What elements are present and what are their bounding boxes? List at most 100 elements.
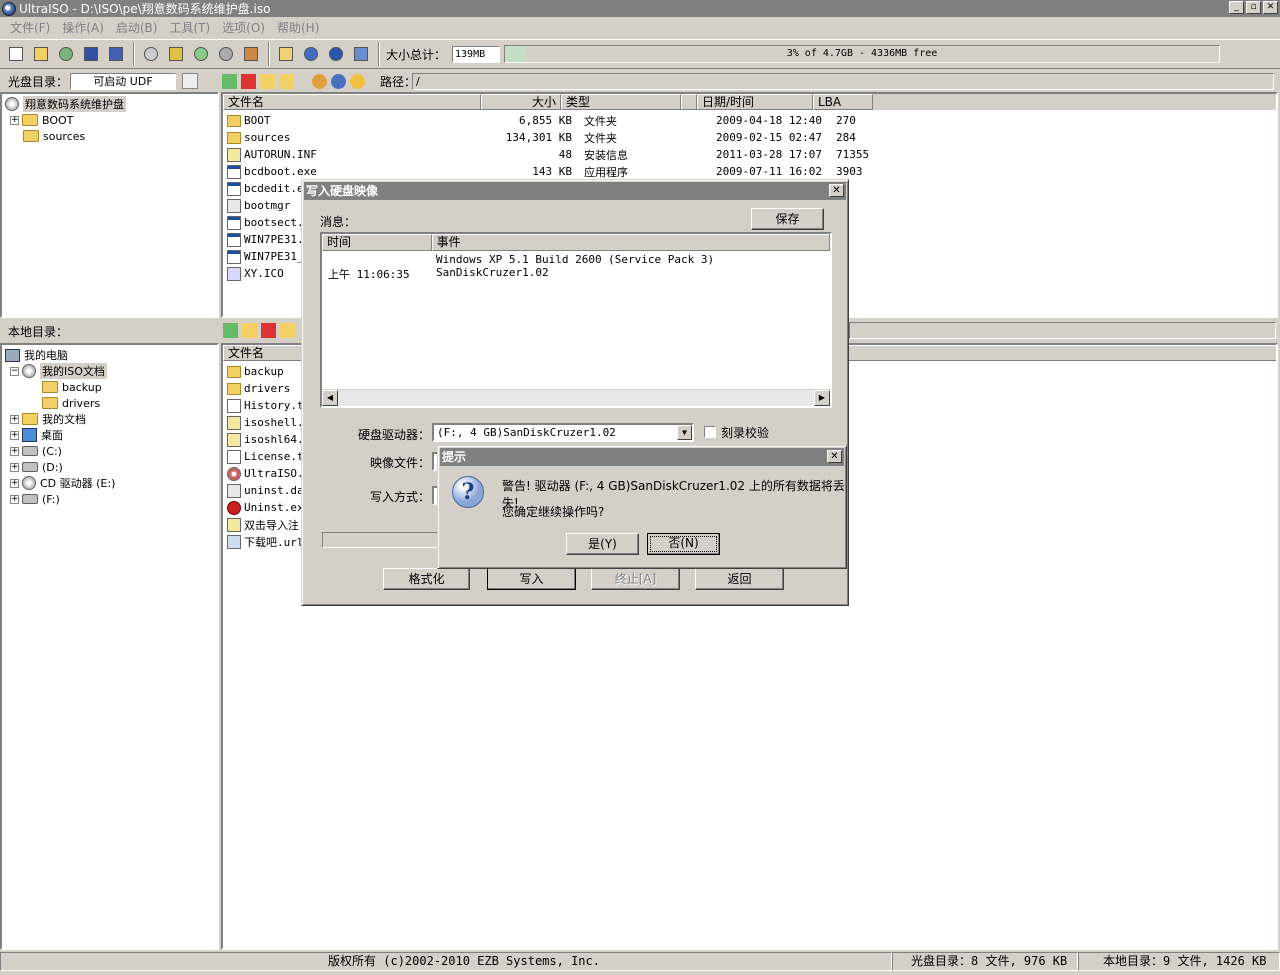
maximize-button[interactable]: ▫ xyxy=(1246,1,1261,14)
table-row[interactable]: UltraISO.c xyxy=(223,465,310,482)
virtual-drive-icon xyxy=(219,47,233,61)
close-button[interactable]: ✕ xyxy=(1263,1,1278,14)
expand-icon[interactable]: + xyxy=(10,414,19,424)
local-tree-item[interactable]: drivers xyxy=(42,395,100,411)
delete-icon[interactable] xyxy=(241,73,256,89)
expand-icon[interactable]: − xyxy=(10,366,19,376)
col-event[interactable]: 事件 xyxy=(431,234,830,251)
chevron-down-icon[interactable]: ▼ xyxy=(677,425,692,440)
total-size-dropdown[interactable]: 139MB xyxy=(452,45,501,63)
local-tree-item[interactable]: backup xyxy=(42,379,102,395)
dialog-close-button[interactable]: ✕ xyxy=(829,184,844,197)
virtual-drive-button[interactable] xyxy=(216,44,236,64)
iso-tree-item-boot[interactable]: + BOOT xyxy=(10,112,73,128)
minimize-button[interactable]: _ xyxy=(1229,1,1244,14)
menu-tools[interactable]: 工具(T) xyxy=(163,19,216,36)
table-row[interactable]: backup xyxy=(223,363,284,380)
scroll-right-arrow-icon[interactable]: ▶ xyxy=(814,390,830,406)
menu-boot[interactable]: 启动(B) xyxy=(110,19,164,36)
verify-checkbox[interactable] xyxy=(704,426,716,438)
refresh-icon[interactable] xyxy=(350,73,365,89)
back-button[interactable]: 返回 xyxy=(695,568,784,590)
menu-help[interactable]: 帮助(H) xyxy=(271,19,325,36)
extract-button[interactable] xyxy=(56,44,76,64)
boot-icon[interactable] xyxy=(312,73,327,89)
new-folder-icon[interactable] xyxy=(260,73,275,89)
properties-button[interactable] xyxy=(182,73,198,89)
new-button[interactable] xyxy=(6,44,26,64)
options-button[interactable] xyxy=(276,44,296,64)
col-lba[interactable]: LBA xyxy=(813,94,873,110)
local-tree-item[interactable]: + (F:) xyxy=(10,491,60,507)
expand-icon[interactable]: + xyxy=(10,462,19,472)
up-arrow-icon[interactable] xyxy=(222,73,237,89)
drive-select[interactable]: (F:, 4 GB)SanDiskCruzer1.02 ▼ xyxy=(432,423,694,442)
no-button[interactable]: 否(N) xyxy=(647,533,720,555)
boot-type-field[interactable]: 可启动 UDF xyxy=(70,72,176,90)
rename-icon[interactable] xyxy=(280,323,295,338)
rename-icon[interactable] xyxy=(279,73,294,89)
table-row[interactable]: 下载吧.url xyxy=(223,533,304,550)
table-row[interactable]: bcdboot.exe 143 KB 应用程序 2009-07-11 16:02 390… xyxy=(223,163,890,180)
settings-gear-icon[interactable] xyxy=(331,73,346,89)
table-row[interactable]: License.tx xyxy=(223,448,310,465)
col-date[interactable]: 日期/时间 xyxy=(697,94,813,110)
table-row[interactable]: drivers xyxy=(223,380,290,397)
mount-button[interactable] xyxy=(166,44,186,64)
local-tree-item[interactable]: − 我的ISO文档 xyxy=(10,363,107,379)
delete-icon[interactable] xyxy=(261,323,276,338)
menu-action[interactable]: 操作(A) xyxy=(56,19,110,36)
compress-button[interactable] xyxy=(191,44,211,64)
menu-file[interactable]: 文件(F) xyxy=(4,19,56,36)
expand-icon[interactable]: + xyxy=(10,430,19,440)
table-row[interactable]: 双击导入注 xyxy=(223,516,299,533)
open-button[interactable] xyxy=(31,44,51,64)
path-field[interactable]: / xyxy=(412,72,1274,90)
burn-image-button[interactable] xyxy=(241,44,261,64)
file-icon xyxy=(227,147,241,162)
up-arrow-icon[interactable] xyxy=(223,323,238,338)
table-row[interactable]: sources 134,301 KB 文件夹 2009-02-15 02:47 284 xyxy=(223,129,890,146)
prompt-close-button[interactable]: ✕ xyxy=(827,450,842,463)
col-filename[interactable]: 文件名 xyxy=(223,94,481,110)
table-row[interactable]: History.tx xyxy=(223,397,310,414)
expand-icon[interactable]: + xyxy=(10,446,19,456)
local-tree-item[interactable]: + 我的文档 xyxy=(10,411,86,427)
col-type[interactable]: 类型 xyxy=(561,94,681,110)
local-tree-item[interactable]: + 桌面 xyxy=(10,427,63,443)
scroll-left-arrow-icon[interactable]: ◀ xyxy=(322,390,338,406)
expand-icon[interactable]: + xyxy=(10,115,19,125)
expand-icon[interactable]: + xyxy=(10,478,19,488)
local-tree-item[interactable]: + (C:) xyxy=(10,443,62,459)
table-row[interactable]: isoshell.d xyxy=(223,414,310,431)
menu-options[interactable]: 选项(O) xyxy=(216,19,271,36)
save-as-button[interactable] xyxy=(106,44,126,64)
table-row[interactable]: uninst.dat xyxy=(223,482,310,499)
iso-tree-root[interactable]: 翔意数码系统维护盘 xyxy=(5,96,126,112)
stop-button[interactable]: 终止[A] xyxy=(591,568,680,590)
iso-tree-item-sources[interactable]: sources xyxy=(23,128,85,144)
log-horizontal-scrollbar[interactable]: ◀ ▶ xyxy=(322,389,830,406)
local-tree-item[interactable]: + CD 驱动器 (E:) xyxy=(10,475,115,491)
col-size[interactable]: 大小 xyxy=(481,94,561,110)
table-row[interactable]: AUTORUN.INF 48 安装信息 2011-03-28 17:07 71355 xyxy=(223,146,890,163)
table-row[interactable]: isoshl64.d xyxy=(223,431,310,448)
info-button[interactable] xyxy=(301,44,321,64)
save-log-button[interactable]: 保存 xyxy=(751,208,824,230)
expand-icon[interactable]: + xyxy=(10,494,19,504)
new-folder-icon[interactable] xyxy=(242,323,257,338)
write-button[interactable]: 写入 xyxy=(487,568,576,590)
burn-cd-button[interactable] xyxy=(141,44,161,64)
local-path-field[interactable] xyxy=(849,322,1276,339)
local-tree-item[interactable]: + (D:) xyxy=(10,459,63,475)
col-time[interactable]: 时间 xyxy=(322,234,432,251)
log-row: 上午 11:06:35 SanDiskCruzer1.02 xyxy=(328,266,549,281)
save-button[interactable] xyxy=(81,44,101,64)
exit-button[interactable] xyxy=(351,44,371,64)
table-row[interactable]: BOOT 6,855 KB 文件夹 2009-04-18 12:40 270 xyxy=(223,112,890,129)
help-button[interactable] xyxy=(326,44,346,64)
format-button[interactable]: 格式化 xyxy=(383,568,470,590)
yes-button[interactable]: 是(Y) xyxy=(566,533,639,555)
table-row[interactable]: Uninst.exe xyxy=(223,499,310,516)
local-tree-item[interactable]: 我的电脑 xyxy=(5,347,68,363)
